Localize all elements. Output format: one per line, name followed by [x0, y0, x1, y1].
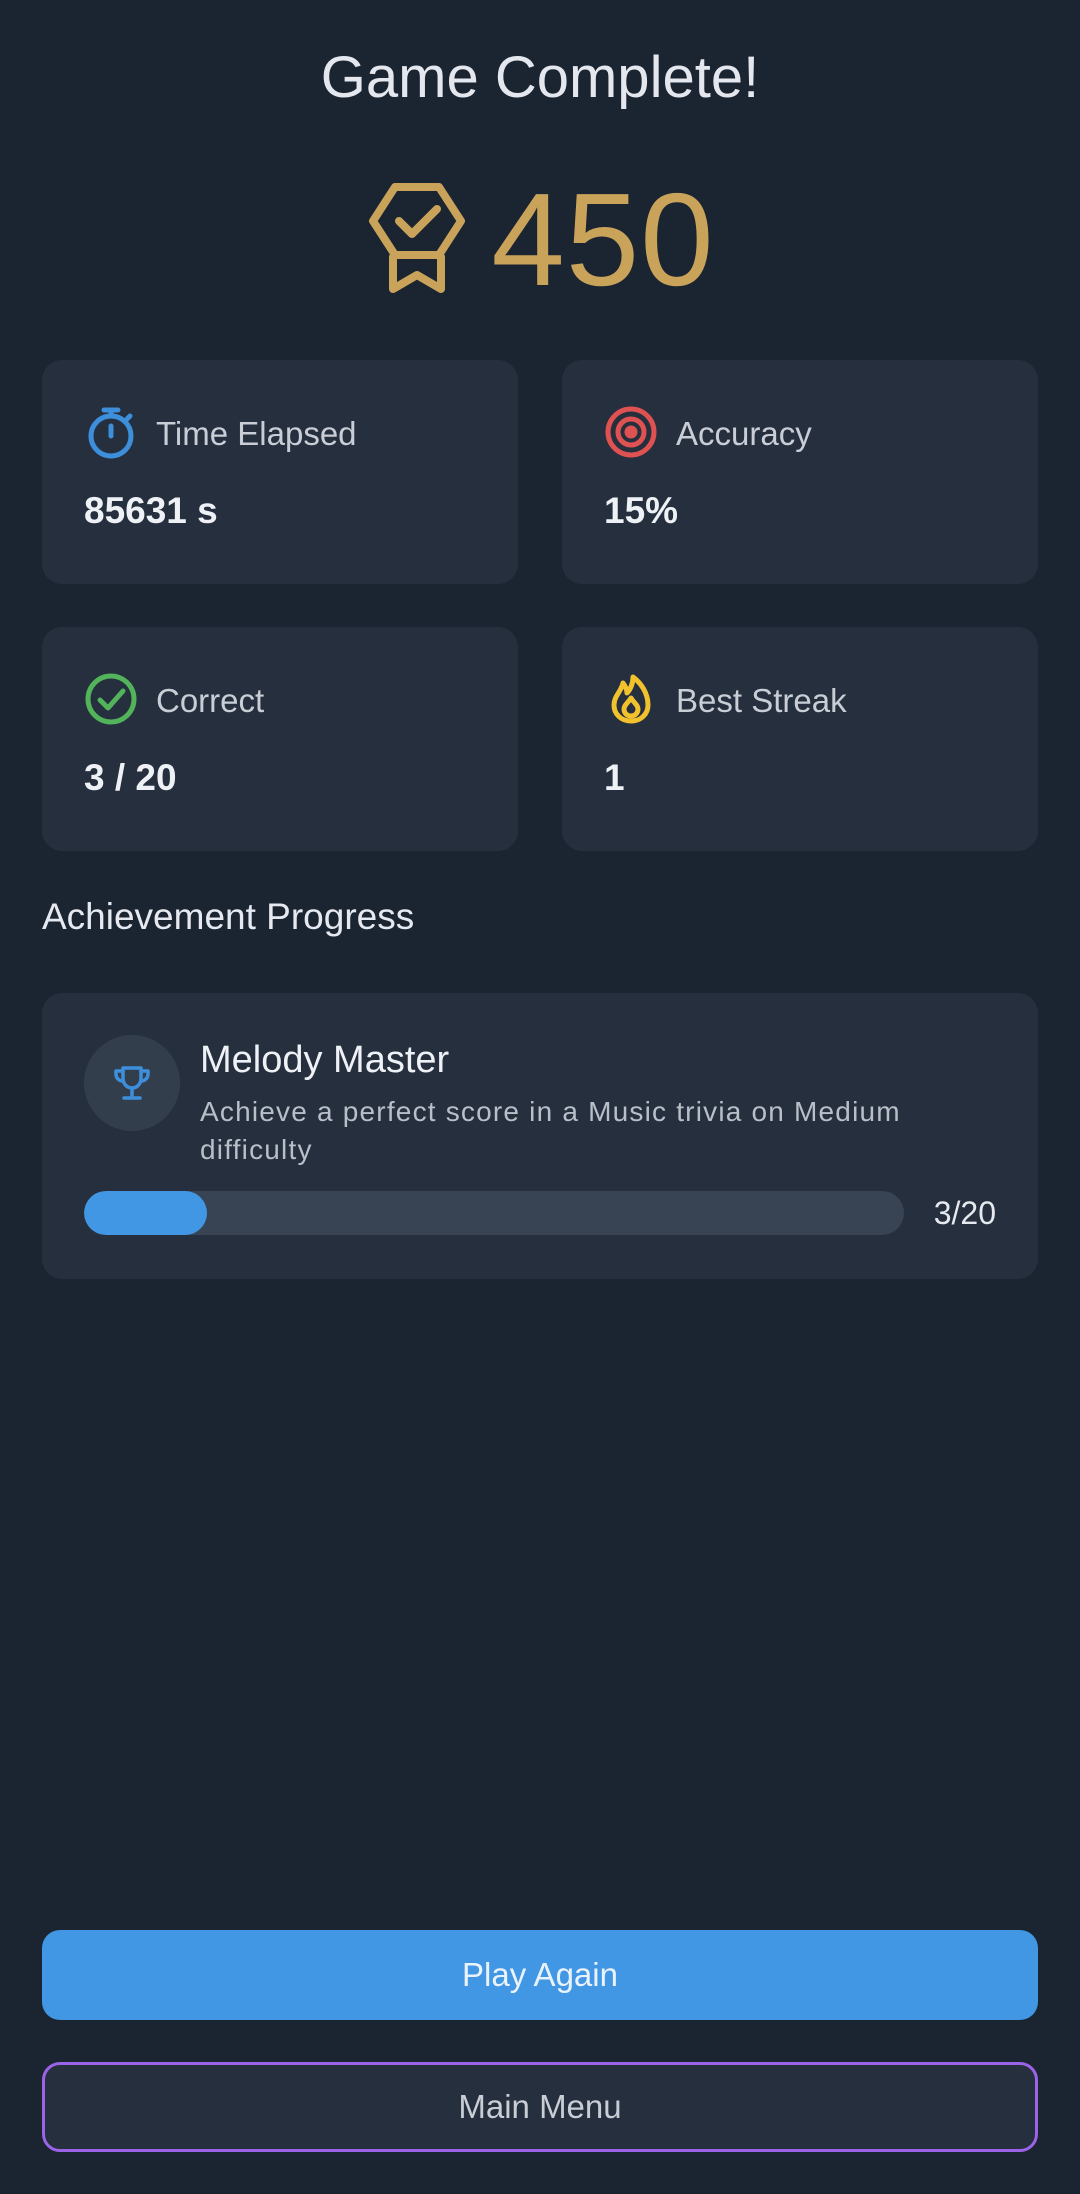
achievement-name: Melody Master	[200, 1039, 450, 1081]
stat-value: 3 / 20	[84, 757, 177, 798]
achievement-progress-fill	[84, 1191, 207, 1235]
award-badge-icon	[365, 181, 469, 300]
stat-card-accuracy: Accuracy 15%	[562, 360, 1038, 584]
score-display: 450	[0, 170, 1080, 310]
score-value: 450	[491, 166, 715, 313]
stat-value: 15%	[604, 490, 679, 531]
achievement-progress-bar	[84, 1191, 904, 1235]
stopwatch-icon	[84, 405, 138, 464]
achievement-card: Melody Master Achieve a perfect score in…	[42, 993, 1038, 1279]
flame-icon	[604, 672, 658, 731]
achievement-section-title: Achievement Progress	[42, 896, 415, 937]
main-menu-button[interactable]: Main Menu	[42, 2062, 1038, 2152]
achievement-description: Achieve a perfect score in a Music trivi…	[200, 1096, 901, 1165]
stat-label: Accuracy	[676, 415, 812, 452]
stat-value: 85631 s	[84, 490, 218, 531]
stat-label: Correct	[156, 682, 265, 719]
check-circle-icon	[84, 672, 138, 731]
play-again-button[interactable]: Play Again	[42, 1930, 1038, 2020]
stat-value: 1	[604, 757, 625, 798]
game-complete-screen: Game Complete! 450 Time Elapsed 85631 s …	[0, 0, 1080, 2194]
stat-card-correct: Correct 3 / 20	[42, 627, 518, 851]
achievement-progress-text: 3/20	[933, 1194, 996, 1231]
stat-card-time-elapsed: Time Elapsed 85631 s	[42, 360, 518, 584]
stat-label: Time Elapsed	[156, 415, 357, 452]
target-icon	[604, 405, 658, 464]
stat-label: Best Streak	[676, 682, 847, 719]
page-title: Game Complete!	[320, 45, 760, 110]
trophy-icon	[84, 1035, 180, 1131]
stat-card-best-streak: Best Streak 1	[562, 627, 1038, 851]
